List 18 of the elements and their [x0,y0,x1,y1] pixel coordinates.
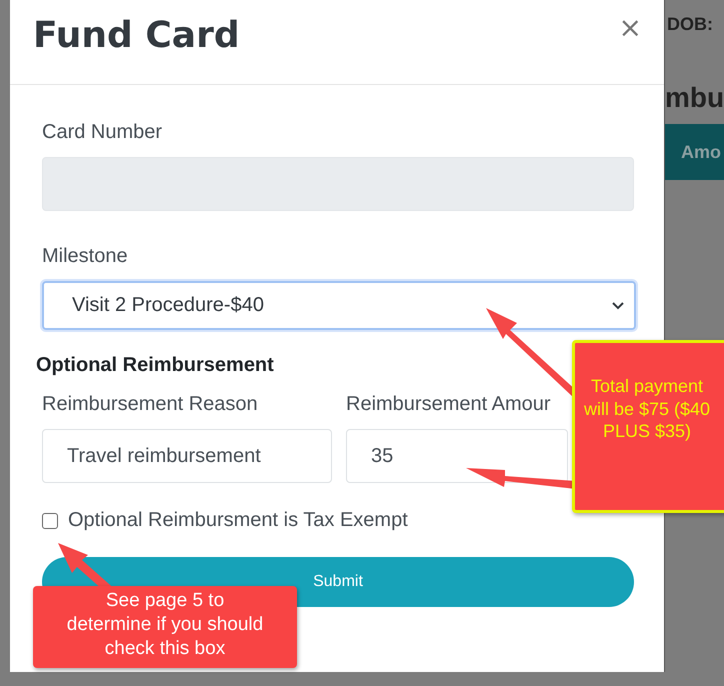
field-label: Card Number [42,121,162,144]
callout-note: See page 5 to determine if you should check this box [33,586,297,668]
field-label: Reimbursement Amour [346,393,552,416]
chevron-down-icon [612,302,624,310]
checkbox-label: Optional Reimbursment is Tax Exempt [68,509,408,532]
close-button[interactable]: × [618,10,642,44]
dob-label: DOB: [667,14,713,35]
callout-note: Total payment will be $75 ($40 PLUS $35) [572,340,724,513]
field-label: Reimbursement Reason [42,393,259,416]
amount-field[interactable]: 35 [346,429,568,483]
reason-field[interactable]: Travel reimbursement [42,429,332,483]
page-heading: mbu [665,82,724,114]
modal-title: Fund Card [33,14,240,56]
table-header: Amo [665,124,724,180]
milestone-select[interactable]: Visit 2 Procedure-$40 [42,281,636,330]
checkbox[interactable] [42,512,58,528]
field-label: Milestone [42,245,128,268]
section-heading: Optional Reimbursement [36,354,274,377]
